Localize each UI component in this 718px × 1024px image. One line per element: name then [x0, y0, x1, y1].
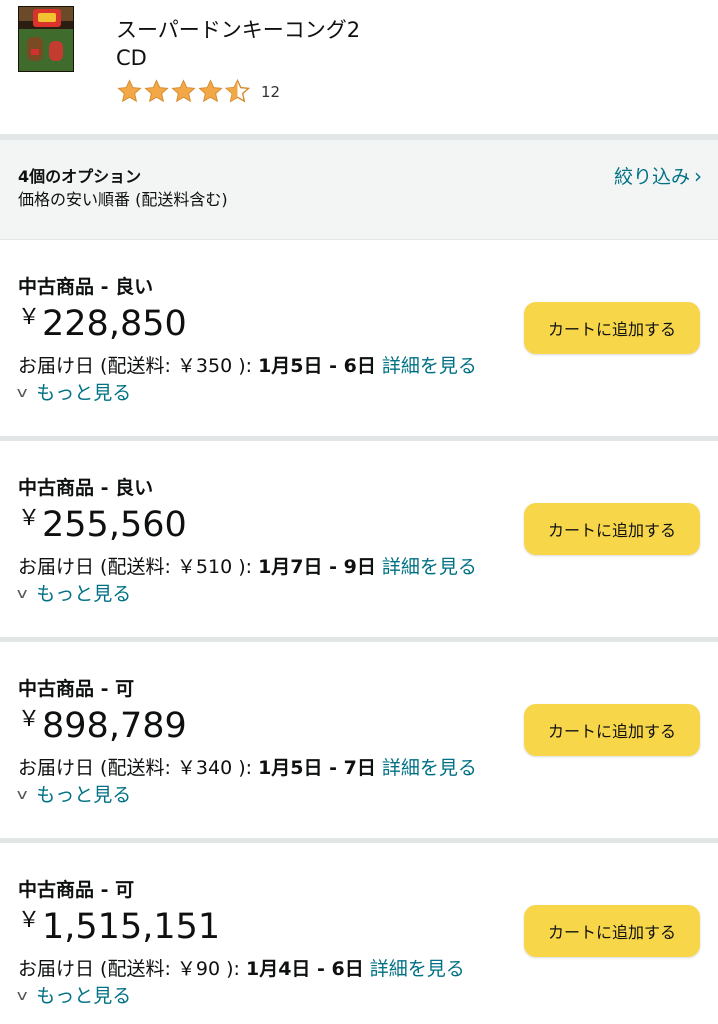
- details-link[interactable]: 詳細を見る: [382, 556, 477, 578]
- price-value: 228,850: [42, 304, 187, 344]
- show-more-label: もっと見る: [36, 985, 132, 1007]
- offer-condition: 中古商品 - 可: [18, 879, 135, 901]
- offer-condition: 中古商品 - 可: [18, 678, 135, 700]
- delivery-prefix: お届け日 (配送料: ￥510 ):: [18, 556, 259, 578]
- offer-listing-page: スーパードンキーコング2 CD 12 4個のオプション 価格の安い順番 (配送料…: [0, 0, 718, 1024]
- delivery-dates: 1月5日 - 7日: [258, 757, 376, 779]
- filter-label: 絞り込み: [613, 166, 690, 188]
- offer-item: 中古商品 - 良い ￥ 228,850 お届け日 (配送料: ￥350 ): 1…: [0, 240, 718, 436]
- options-count: 4個のオプション: [18, 167, 142, 186]
- options-bar: 4個のオプション 価格の安い順番 (配送料含む) 絞り込み ›: [0, 140, 718, 240]
- delivery-info: お届け日 (配送料: ￥340 ): 1月5日 - 7日 詳細を見る: [18, 754, 700, 782]
- star-half-icon: [224, 78, 251, 103]
- offer-condition: 中古商品 - 良い: [18, 477, 154, 499]
- show-more-label: もっと見る: [36, 583, 132, 605]
- offer-item: 中古商品 - 可 ￥ 1,515,151 お届け日 (配送料: ￥90 ): 1…: [0, 843, 718, 1024]
- show-more-link[interactable]: v もっと見る: [16, 380, 700, 406]
- delivery-prefix: お届け日 (配送料: ￥350 ):: [18, 355, 259, 377]
- star-full-icon: [144, 79, 169, 103]
- product-header: スーパードンキーコング2 CD 12: [0, 0, 718, 134]
- show-more-label: もっと見る: [36, 784, 132, 806]
- show-more-label: もっと見る: [36, 382, 132, 404]
- currency-symbol: ￥: [18, 305, 41, 330]
- delivery-info: お届け日 (配送料: ￥510 ): 1月7日 - 9日 詳細を見る: [18, 553, 700, 581]
- price-value: 1,515,151: [42, 907, 221, 947]
- offer-item: 中古商品 - 良い ￥ 255,560 お届け日 (配送料: ￥510 ): 1…: [0, 441, 718, 637]
- delivery-prefix: お届け日 (配送料: ￥90 ):: [18, 958, 246, 980]
- offer-condition: 中古商品 - 良い: [18, 276, 154, 298]
- details-link[interactable]: 詳細を見る: [382, 355, 477, 377]
- product-title[interactable]: スーパードンキーコング2: [116, 16, 360, 44]
- rating-stars: [116, 78, 251, 105]
- delivery-dates: 1月5日 - 6日: [258, 355, 376, 377]
- star-full-icon: [198, 79, 223, 103]
- add-to-cart-button[interactable]: カートに追加する: [524, 905, 700, 957]
- star-full-icon: [171, 79, 196, 103]
- offer-item: 中古商品 - 可 ￥ 898,789 お届け日 (配送料: ￥340 ): 1月…: [0, 642, 718, 838]
- product-rating[interactable]: 12: [116, 78, 360, 105]
- chevron-down-icon: v: [16, 385, 28, 401]
- filter-button[interactable]: 絞り込み ›: [614, 162, 702, 189]
- chevron-down-icon: v: [16, 988, 28, 1004]
- show-more-link[interactable]: v もっと見る: [16, 983, 700, 1009]
- price-value: 898,789: [42, 706, 187, 746]
- chevron-right-icon: ›: [694, 163, 702, 188]
- show-more-link[interactable]: v もっと見る: [16, 581, 700, 607]
- delivery-prefix: お届け日 (配送料: ￥340 ):: [18, 757, 259, 779]
- product-thumbnail[interactable]: [18, 6, 74, 72]
- add-to-cart-button[interactable]: カートに追加する: [524, 302, 700, 354]
- product-info: スーパードンキーコング2 CD 12: [116, 6, 360, 134]
- details-link[interactable]: 詳細を見る: [382, 757, 477, 779]
- price-value: 255,560: [42, 505, 187, 545]
- delivery-info: お届け日 (配送料: ￥90 ): 1月4日 - 6日 詳細を見る: [18, 955, 700, 983]
- sort-order-label: 価格の安い順番 (配送料含む): [18, 190, 228, 209]
- add-to-cart-button[interactable]: カートに追加する: [524, 704, 700, 756]
- currency-symbol: ￥: [18, 506, 41, 531]
- details-link[interactable]: 詳細を見る: [370, 958, 465, 980]
- chevron-down-icon: v: [16, 787, 28, 803]
- chevron-down-icon: v: [16, 586, 28, 602]
- currency-symbol: ￥: [18, 908, 41, 933]
- add-to-cart-button[interactable]: カートに追加する: [524, 503, 700, 555]
- rating-count[interactable]: 12: [261, 83, 280, 101]
- delivery-dates: 1月4日 - 6日: [245, 958, 364, 980]
- show-more-link[interactable]: v もっと見る: [16, 782, 700, 808]
- delivery-dates: 1月7日 - 9日: [258, 556, 376, 578]
- product-format: CD: [116, 46, 147, 70]
- delivery-info: お届け日 (配送料: ￥350 ): 1月5日 - 6日 詳細を見る: [18, 352, 700, 380]
- currency-symbol: ￥: [18, 707, 41, 732]
- star-full-icon: [117, 79, 142, 103]
